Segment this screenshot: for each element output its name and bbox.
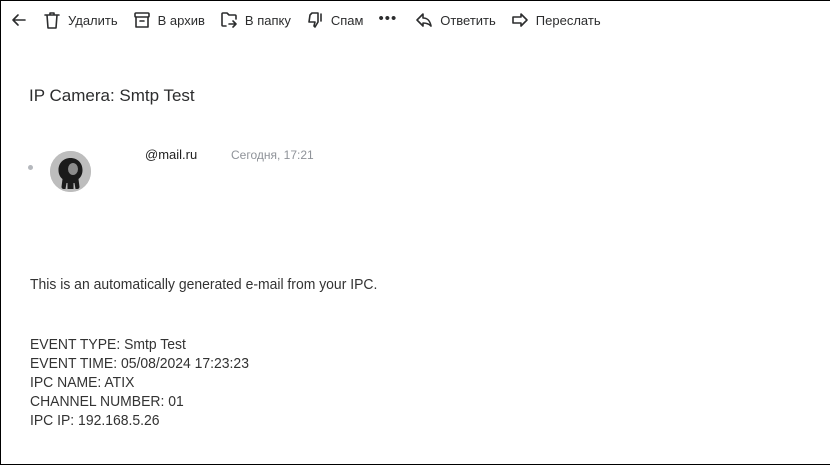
trash-icon <box>44 12 60 29</box>
forward-icon <box>511 13 528 27</box>
archive-label: В архив <box>157 12 205 28</box>
message-subject: IP Camera: Smtp Test <box>29 86 195 105</box>
back-button[interactable] <box>7 5 35 35</box>
message-details: EVENT TYPE: Smtp Test EVENT TIME: 05/08/… <box>30 335 249 430</box>
forward-label: Переслать <box>535 12 601 28</box>
archive-button[interactable]: В архив <box>125 5 212 35</box>
delete-label: Удалить <box>68 12 118 28</box>
move-to-folder-label: В папку <box>244 12 291 28</box>
reply-icon <box>416 13 433 27</box>
detail-line: IPC NAME: ATIX <box>30 374 135 391</box>
more-button[interactable]: ••• <box>370 5 407 35</box>
folder-icon <box>221 12 237 28</box>
move-to-folder-button[interactable]: В папку <box>212 5 298 35</box>
avatar[interactable] <box>50 151 91 192</box>
delete-button[interactable]: Удалить <box>35 5 125 35</box>
user-avatar-icon <box>50 151 91 192</box>
detail-line: IPC IP: 192.168.5.26 <box>30 412 160 429</box>
spam-button[interactable]: Спам <box>298 5 371 35</box>
more-icon: ••• <box>378 9 398 27</box>
arrow-left-icon <box>12 14 26 26</box>
message-date: Сегодня, 17:21 <box>231 148 314 162</box>
mail-window: Удалить В архив В папку Спам ••• Ответит… <box>0 0 830 465</box>
reply-label: Ответить <box>440 12 496 28</box>
spam-label: Спам <box>330 12 364 28</box>
unread-indicator[interactable] <box>28 165 33 170</box>
forward-button[interactable]: Переслать <box>503 5 608 35</box>
detail-line: EVENT TYPE: Smtp Test <box>30 336 186 353</box>
message-toolbar: Удалить В архив В папку Спам ••• Ответит… <box>1 1 830 39</box>
spam-icon <box>308 12 322 28</box>
detail-line: CHANNEL NUMBER: 01 <box>30 393 184 410</box>
reply-button[interactable]: Ответить <box>407 5 503 35</box>
message-intro: This is an automatically generated e-mai… <box>30 276 378 293</box>
archive-icon <box>133 12 150 28</box>
sender-address[interactable]: @mail.ru <box>145 147 197 162</box>
detail-line: EVENT TIME: 05/08/2024 17:23:23 <box>30 355 249 372</box>
